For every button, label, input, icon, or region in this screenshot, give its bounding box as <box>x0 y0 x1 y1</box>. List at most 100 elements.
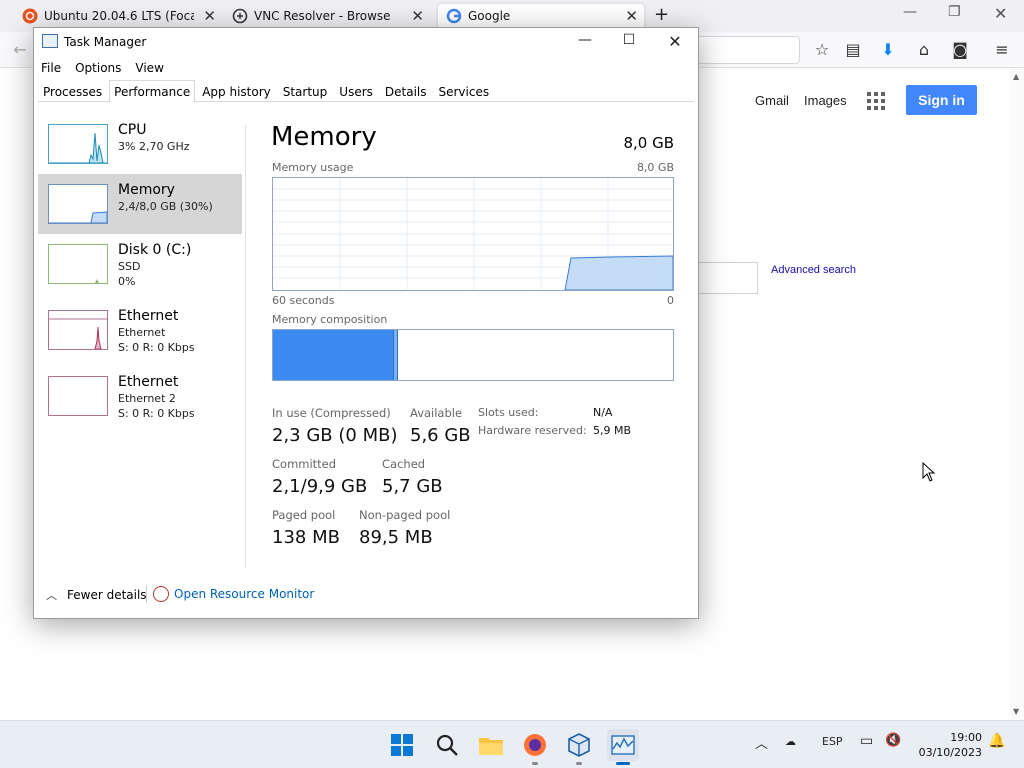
advanced-search-link[interactable]: Advanced search <box>771 264 856 276</box>
browser-tab-google[interactable]: Google ✕ <box>438 4 644 28</box>
sidebar-item-label: Disk 0 (C:) <box>118 242 192 258</box>
sidebar-item-memory[interactable]: Memory 2,4/8,0 GB (30%) <box>38 174 242 234</box>
open-resource-monitor-link[interactable]: Open Resource Monitor <box>174 587 314 601</box>
onedrive-icon[interactable]: ☁ <box>785 735 796 748</box>
start-button[interactable] <box>386 729 418 761</box>
sidebar-item-label: Memory <box>118 182 175 198</box>
fewer-details-label: Fewer details <box>67 588 147 602</box>
committed-label: Committed <box>272 457 337 471</box>
browser-tab-vnc[interactable]: VNC Resolver - Browse ✕ <box>232 4 432 28</box>
resource-monitor-icon <box>153 586 169 602</box>
url-bar[interactable] <box>690 36 800 64</box>
browser-tab-label: Google <box>468 9 511 23</box>
memory-composition-bar[interactable] <box>272 329 674 381</box>
in-use-label: In use (Compressed) <box>272 406 391 420</box>
mouse-cursor-icon <box>922 462 936 482</box>
tab-processes[interactable]: Processes <box>38 80 107 101</box>
back-arrow-icon[interactable]: ← <box>10 40 30 60</box>
in-use-segment <box>273 330 393 380</box>
close-icon[interactable]: ✕ <box>994 4 1007 23</box>
close-tab-icon[interactable]: ✕ <box>203 7 216 25</box>
home-icon[interactable]: ⌂ <box>914 40 934 60</box>
images-link[interactable]: Images <box>804 93 847 108</box>
menu-file[interactable]: File <box>34 58 68 78</box>
memory-thumbnail-graph <box>48 184 108 224</box>
disk-thumbnail-graph <box>48 244 108 284</box>
sidebar-item-detail: 3% 2,70 GHz <box>118 140 190 153</box>
restore-icon[interactable]: ❐ <box>948 4 961 20</box>
chevron-up-icon: ︿ <box>46 589 57 602</box>
task-manager-taskbar-button[interactable] <box>607 729 639 765</box>
sidebar-item-cpu[interactable]: CPU 3% 2,70 GHz <box>38 114 242 174</box>
maximize-icon[interactable]: ☐ <box>619 32 639 48</box>
system-clock[interactable]: 19:00 03/10/2023 <box>919 730 982 760</box>
hamburger-menu-icon[interactable]: ≡ <box>992 40 1012 60</box>
pane-divider[interactable] <box>245 124 246 567</box>
file-explorer-button[interactable] <box>475 729 507 761</box>
search-icon <box>436 734 458 756</box>
sidebar-item-detail: SSD <box>118 260 141 273</box>
scroll-down-icon[interactable]: ▼ <box>1013 707 1019 716</box>
memory-usage-max: 8,0 GB <box>636 161 674 174</box>
folder-icon <box>479 738 503 755</box>
search-button[interactable] <box>431 729 463 761</box>
tab-users[interactable]: Users <box>334 80 378 101</box>
minimize-icon[interactable]: — <box>903 4 917 20</box>
memory-composition-label: Memory composition <box>272 313 388 326</box>
sidebar-item-detail: S: 0 R: 0 Kbps <box>118 407 195 420</box>
menu-options[interactable]: Options <box>68 58 128 78</box>
tab-startup[interactable]: Startup <box>278 80 333 101</box>
paged-pool-label: Paged pool <box>272 508 336 522</box>
cpu-thumbnail-graph <box>48 124 108 164</box>
volume-muted-icon[interactable]: 🔇 <box>885 733 901 748</box>
new-tab-button[interactable]: + <box>654 4 669 25</box>
resource-sidebar: CPU 3% 2,70 GHz Memory 2,4/8,0 GB (30%) … <box>34 114 246 566</box>
clock-date: 03/10/2023 <box>918 746 982 759</box>
virtualbox-icon <box>568 733 590 757</box>
google-icon <box>446 8 462 24</box>
tab-services[interactable]: Services <box>434 80 495 101</box>
non-paged-pool-value: 89,5 MB <box>359 527 433 548</box>
sidebar-item-ethernet-1[interactable]: Ethernet Ethernet S: 0 R: 0 Kbps <box>38 300 242 360</box>
fewer-details-button[interactable]: ︿ Fewer details <box>46 587 147 603</box>
reader-view-icon[interactable]: ▤ <box>843 40 863 60</box>
memory-usage-graph <box>272 177 674 291</box>
search-input[interactable] <box>696 262 758 294</box>
hardware-reserved-value: 5,9 MB <box>593 424 632 437</box>
firefox-button[interactable] <box>519 729 551 765</box>
memory-usage-label: Memory usage <box>272 161 354 174</box>
paged-pool-value: 138 MB <box>272 527 340 548</box>
available-value: 5,6 GB <box>410 425 471 446</box>
sidebar-item-label: CPU <box>118 122 147 138</box>
virtualbox-button[interactable] <box>563 729 595 765</box>
title-bar[interactable]: Task Manager — ☐ ✕ <box>34 28 698 56</box>
page-scrollbar[interactable]: ▲ ▼ <box>1010 68 1024 720</box>
download-icon[interactable]: ⬇ <box>878 40 898 60</box>
apps-grid-icon[interactable] <box>867 92 885 110</box>
pocket-icon[interactable]: ◙ <box>950 40 970 60</box>
chevron-up-icon[interactable]: ︿ <box>755 733 768 752</box>
tab-details[interactable]: Details <box>380 80 432 101</box>
star-icon[interactable]: ☆ <box>812 40 832 60</box>
sidebar-item-ethernet-2[interactable]: Ethernet Ethernet 2 S: 0 R: 0 Kbps <box>38 366 242 426</box>
gmail-link[interactable]: Gmail <box>755 93 789 108</box>
close-tab-icon[interactable]: ✕ <box>411 7 424 25</box>
tab-strip: Processes Performance App history Startu… <box>38 80 694 102</box>
menu-view[interactable]: View <box>128 58 170 78</box>
sidebar-item-disk[interactable]: Disk 0 (C:) SSD 0% <box>38 234 242 294</box>
taskbar: ︿ ☁ ESP ▭ 🔇 19:00 03/10/2023 🔔 <box>0 720 1024 768</box>
browser-tab-label: VNC Resolver - Browse <box>254 9 391 23</box>
sign-in-button[interactable]: Sign in <box>906 85 977 115</box>
network-icon[interactable]: ▭ <box>860 733 873 749</box>
tab-app-history[interactable]: App history <box>197 80 276 101</box>
close-icon[interactable]: ✕ <box>665 32 685 51</box>
minimize-icon[interactable]: — <box>575 32 595 48</box>
slots-used-value: N/A <box>593 406 613 419</box>
scroll-up-icon[interactable]: ▲ <box>1013 72 1019 81</box>
firefox-icon <box>524 734 546 756</box>
language-indicator[interactable]: ESP <box>822 735 843 748</box>
tab-performance[interactable]: Performance <box>109 80 196 102</box>
notification-bell-icon[interactable]: 🔔 <box>988 733 1005 749</box>
browser-tab-ubuntu[interactable]: Ubuntu 20.04.6 LTS (Focal Fo ✕ <box>22 4 222 28</box>
close-tab-icon[interactable]: ✕ <box>625 7 638 25</box>
